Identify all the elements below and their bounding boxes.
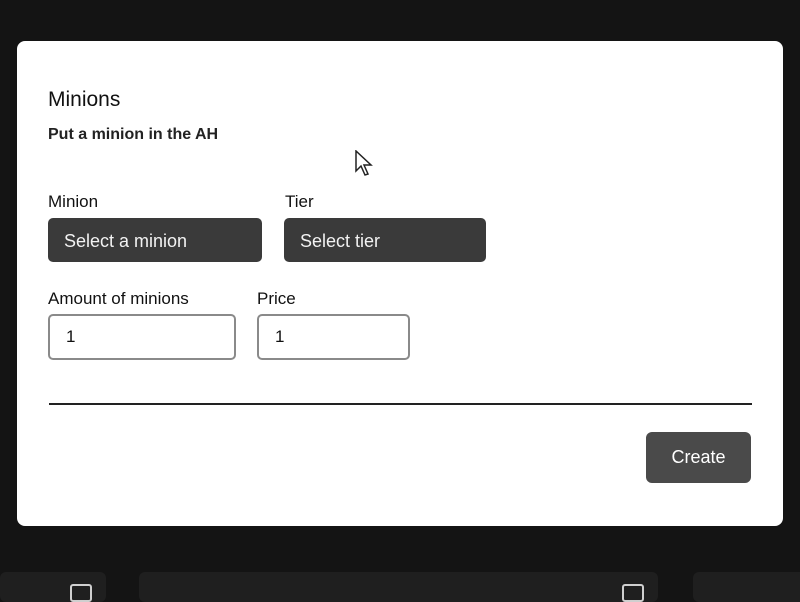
trash-icon (622, 584, 644, 602)
create-minion-modal: Minions Put a minion in the AH Minion Se… (17, 41, 783, 526)
price-input[interactable] (257, 314, 410, 360)
modal-divider (49, 403, 752, 405)
background-card-center (139, 572, 658, 602)
amount-input[interactable] (48, 314, 236, 360)
modal-subtitle: Put a minion in the AH (48, 126, 219, 143)
background-card-right (693, 572, 800, 602)
price-label: Price (257, 289, 296, 308)
tier-label: Tier (285, 192, 314, 211)
minion-select[interactable]: Select a minion (48, 218, 262, 262)
minion-label: Minion (48, 192, 99, 211)
mouse-cursor-icon (355, 150, 373, 176)
tier-select[interactable]: Select tier (284, 218, 486, 262)
modal-title: Minions (48, 88, 121, 111)
trash-icon (70, 584, 92, 602)
amount-label: Amount of minions (48, 289, 189, 308)
create-button[interactable]: Create (646, 432, 751, 483)
